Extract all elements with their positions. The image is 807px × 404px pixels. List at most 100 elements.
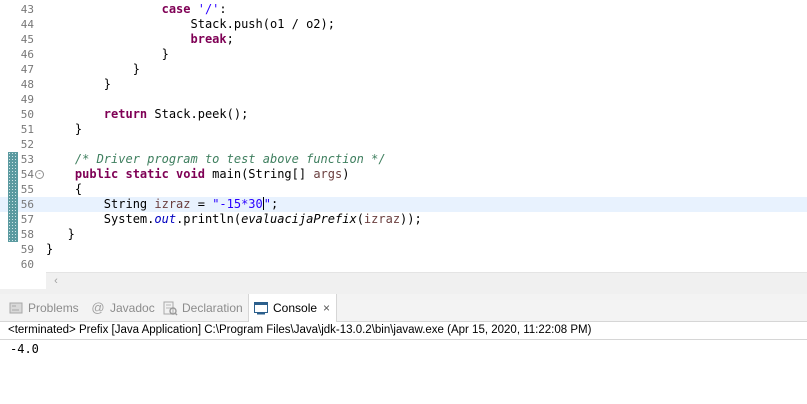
line-number: 52: [20, 138, 34, 151]
code-line[interactable]: 50 return Stack.peek();: [0, 107, 807, 122]
code-text[interactable]: String izraz = "-15*30";: [46, 197, 278, 212]
line-number: 44: [20, 18, 34, 31]
code-token: }: [46, 122, 83, 136]
code-token: =: [190, 197, 213, 211]
console-status-line: <terminated> Prefix [Java Application] C…: [0, 322, 807, 340]
code-text[interactable]: }: [46, 77, 111, 92]
close-icon[interactable]: ×: [323, 301, 330, 315]
fold-toggle-icon[interactable]: -: [35, 170, 44, 179]
line-number: 45: [20, 33, 34, 46]
code-token: (: [356, 212, 364, 226]
code-line[interactable]: 59}: [0, 242, 807, 257]
code-token: }: [46, 77, 112, 91]
code-line[interactable]: 46 }: [0, 47, 807, 62]
code-line[interactable]: 47 }: [0, 62, 807, 77]
code-text[interactable]: public static void main(String[] args): [46, 167, 350, 182]
console-icon: [253, 300, 269, 316]
horizontal-scrollbar[interactable]: ‹: [46, 272, 807, 290]
line-number: 43: [20, 3, 34, 16]
code-token: "-15*30: [212, 197, 263, 211]
line-number: 55: [20, 183, 34, 196]
code-line[interactable]: 55 {: [0, 182, 807, 197]
line-number: 50: [20, 108, 34, 121]
code-editor[interactable]: 43 case '/': 44 Stack.push(o1 / o2); 45 br…: [0, 0, 807, 272]
code-token: .println(: [176, 212, 242, 226]
tab-console-label: Console: [273, 301, 318, 315]
code-text[interactable]: }: [46, 62, 140, 77]
code-token: :: [219, 2, 227, 16]
line-number: 49: [20, 93, 34, 106]
line-number: 58: [20, 228, 34, 241]
code-token: ));: [400, 212, 422, 226]
code-token: ): [342, 167, 350, 181]
code-text[interactable]: case '/':: [46, 2, 227, 17]
code-text[interactable]: }: [46, 242, 53, 257]
console-output-text: -4.0: [10, 342, 39, 356]
code-token: izraz: [363, 212, 401, 226]
line-number: 48: [20, 78, 34, 91]
problems-icon: [8, 300, 24, 316]
code-line[interactable]: 45 break;: [0, 32, 807, 47]
code-token: }: [46, 62, 140, 76]
line-number: 47: [20, 63, 34, 76]
code-text[interactable]: }: [46, 122, 82, 137]
code-text[interactable]: System.out.println(evaluacijaPrefix(izra…: [46, 212, 422, 227]
code-line[interactable]: 51 }: [0, 122, 807, 137]
code-line[interactable]: 49: [0, 92, 807, 107]
at-sign-icon: @: [91, 299, 105, 315]
tab-javadoc[interactable]: @ Javadoc: [90, 294, 154, 321]
code-token: Stack.push(o1 / o2);: [46, 17, 335, 31]
code-line[interactable]: 48 }: [0, 77, 807, 92]
code-line[interactable]: 58 }: [0, 227, 807, 242]
gutter-bottom: [0, 272, 46, 289]
line-number: 57: [20, 213, 34, 226]
code-token: out: [154, 212, 177, 226]
tab-console[interactable]: Console ×: [248, 294, 338, 322]
code-token: return: [103, 107, 148, 121]
code-line[interactable]: 54- public static void main(String[] arg…: [0, 167, 807, 182]
code-token: }: [46, 227, 75, 241]
code-token: Stack.peek();: [147, 107, 249, 121]
code-line[interactable]: 60: [0, 257, 807, 272]
line-number: 54: [20, 168, 34, 181]
line-number: 56: [20, 198, 34, 211]
console-output-area[interactable]: [0, 340, 807, 404]
views-tab-bar: Problems @ Javadoc Declaration Console ×: [0, 294, 807, 322]
code-text[interactable]: return Stack.peek();: [46, 107, 249, 122]
code-token: ": [263, 197, 271, 211]
code-token: }: [46, 242, 54, 256]
code-token: main(String[]: [204, 167, 314, 181]
code-text[interactable]: /* Driver program to test above function…: [46, 152, 386, 167]
tab-declaration[interactable]: Declaration: [162, 294, 243, 321]
code-text[interactable]: }: [46, 227, 75, 242]
code-token: args: [313, 167, 343, 181]
code-text[interactable]: Stack.push(o1 / o2);: [46, 17, 335, 32]
code-line[interactable]: 53 /* Driver program to test above funct…: [0, 152, 807, 167]
code-token: ;: [271, 197, 279, 211]
chevron-left-icon[interactable]: ‹: [50, 275, 62, 287]
code-line[interactable]: 52: [0, 137, 807, 152]
code-line[interactable]: 57 System.out.println(evaluacijaPrefix(i…: [0, 212, 807, 227]
code-token: case: [161, 2, 191, 16]
code-line[interactable]: 43 case '/':: [0, 2, 807, 17]
code-token: break: [190, 32, 227, 46]
code-token: /* Driver program to test above function…: [74, 152, 386, 166]
tab-problems[interactable]: Problems: [8, 294, 79, 321]
line-number: 51: [20, 123, 34, 136]
code-token: evaluacijaPrefix: [241, 212, 357, 226]
code-text[interactable]: }: [46, 47, 169, 62]
code-token: String: [46, 197, 155, 211]
tab-declaration-label: Declaration: [182, 300, 243, 315]
code-line[interactable]: 44 Stack.push(o1 / o2);: [0, 17, 807, 32]
code-token: System.: [46, 212, 155, 226]
code-text[interactable]: break;: [46, 32, 234, 47]
code-line[interactable]: 56 String izraz = "-15*30";: [0, 197, 807, 212]
code-token: ;: [226, 32, 234, 46]
code-text[interactable]: {: [46, 182, 82, 197]
